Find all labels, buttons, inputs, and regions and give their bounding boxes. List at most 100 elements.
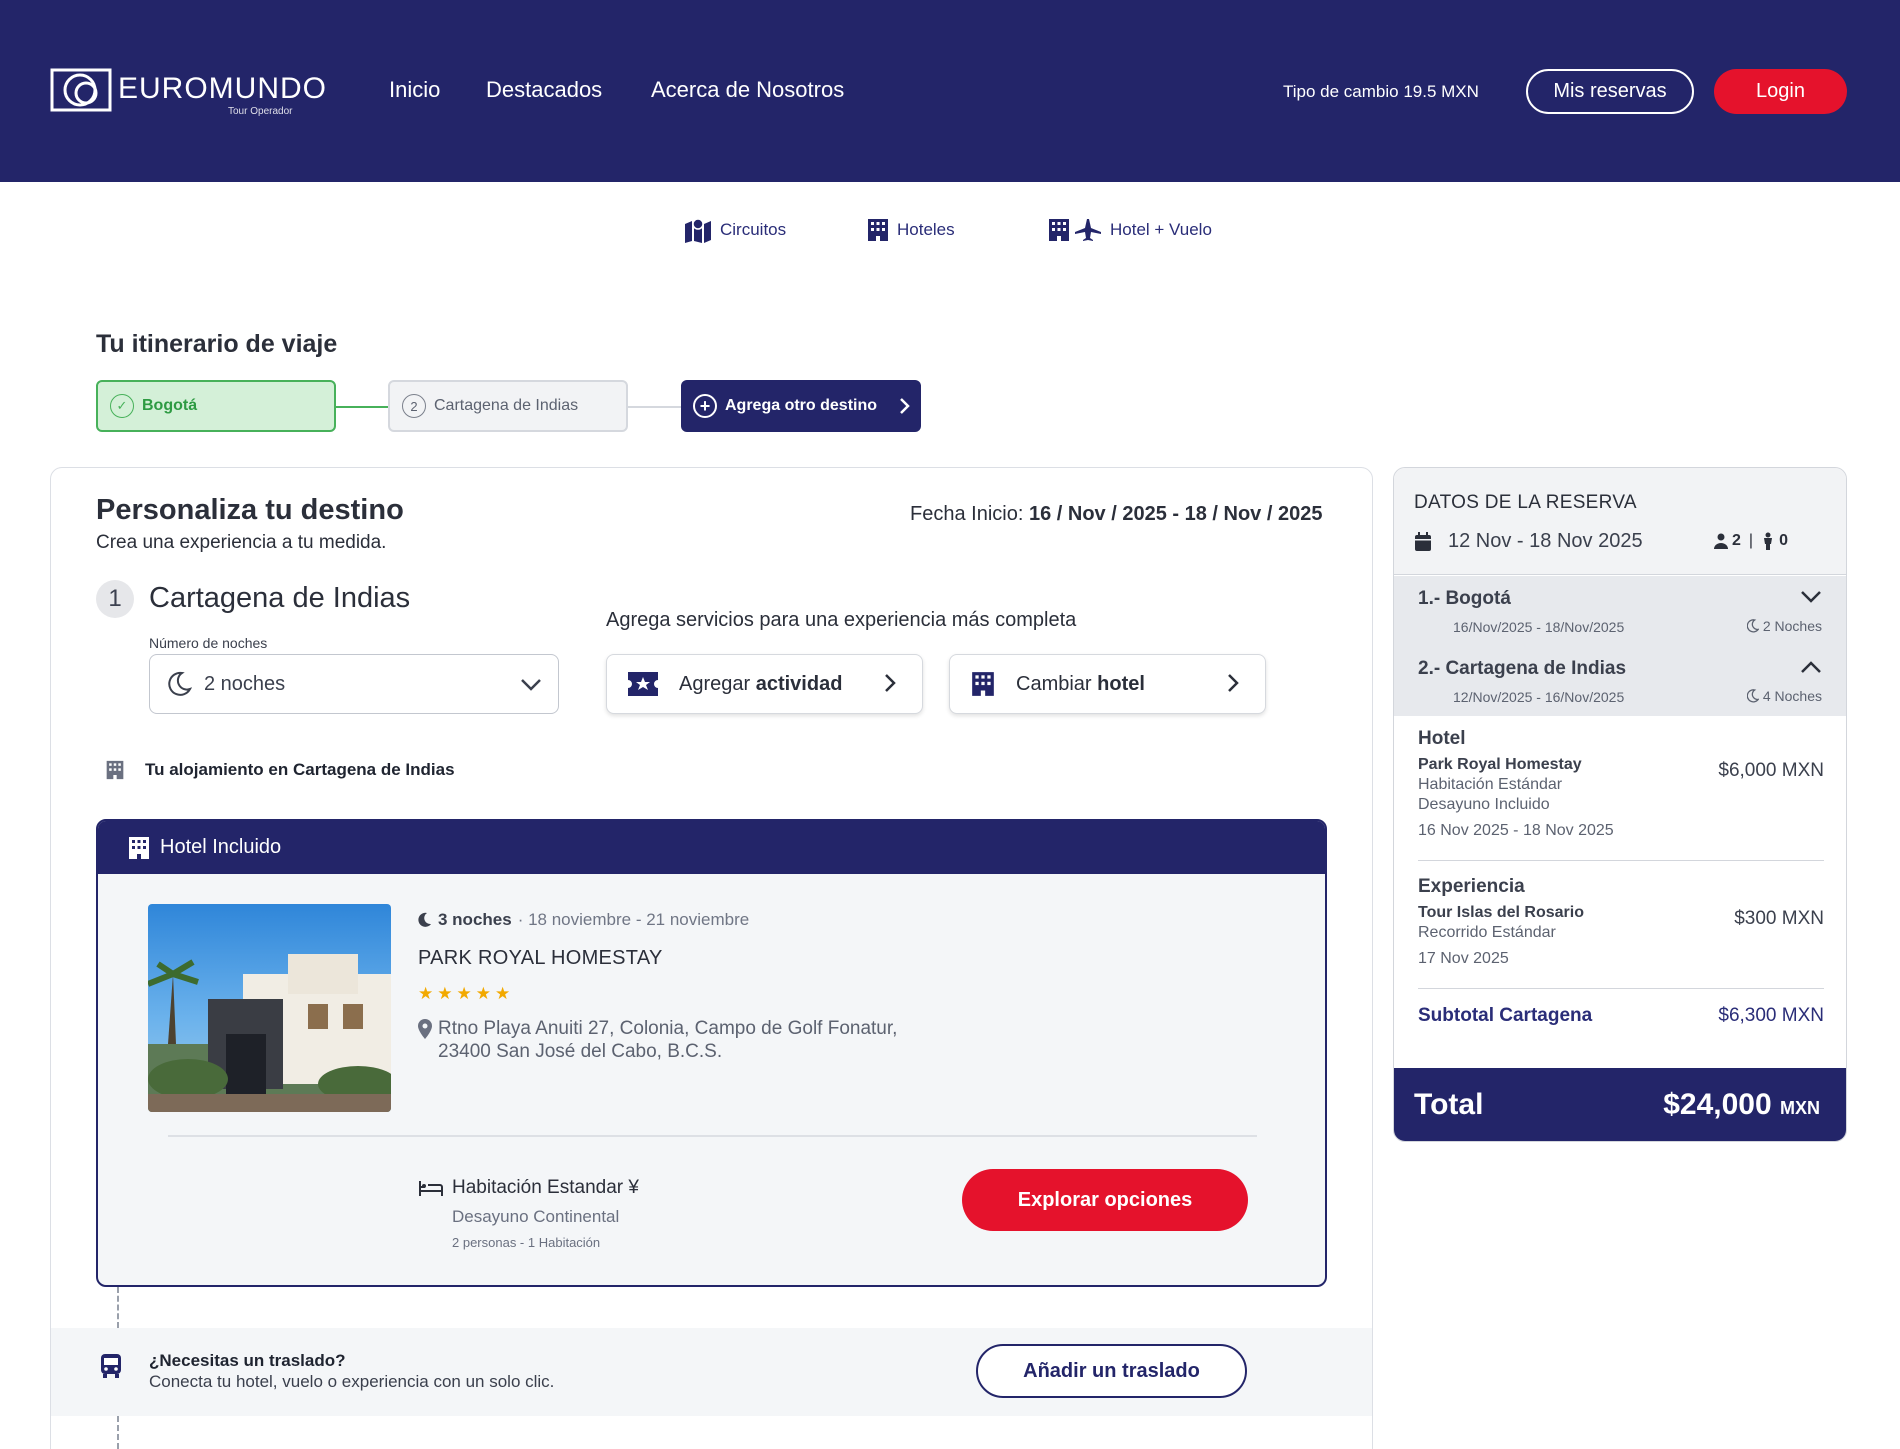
summary-leg-cartagena[interactable]: 2.- Cartagena de Indias 12/Nov/2025 - 16…	[1394, 646, 1846, 716]
nav-acerca[interactable]: Acerca de Nosotros	[651, 77, 844, 103]
calendar-icon	[1415, 531, 1431, 551]
item-date: 17 Nov 2025	[1418, 950, 1509, 967]
add-activity-label: Agregar actividad	[679, 672, 843, 695]
nights-select[interactable]: 2 noches	[149, 654, 559, 714]
building-icon	[106, 760, 124, 780]
leg-name: 2.- Cartagena de Indias	[1418, 658, 1627, 679]
add-transfer-button[interactable]: Añadir un traslado	[976, 1344, 1247, 1398]
my-bookings-button[interactable]: Mis reservas	[1526, 69, 1694, 114]
moon-icon	[168, 671, 192, 696]
included-hotel-card: Hotel Incluido 3 noches · 18 noviembre -…	[96, 819, 1327, 1287]
summary-title: DATOS DE LA RESERVA	[1414, 492, 1637, 513]
hotel-photo[interactable]	[148, 904, 391, 1112]
item-title: Hotel	[1418, 728, 1466, 749]
leg-dates: 12/Nov/2025 - 16/Nov/2025	[1453, 689, 1625, 705]
step-number: 2	[402, 394, 426, 418]
customize-subtitle: Crea una experiencia a tu medida.	[96, 532, 387, 553]
hotel-stay-info: 3 noches · 18 noviembre - 21 noviembre	[418, 910, 749, 930]
step-connector	[628, 406, 681, 408]
summary-leg-bogota[interactable]: 1.- Bogotá 16/Nov/2025 - 18/Nov/2025 2 N…	[1394, 576, 1846, 646]
moon-icon	[1746, 689, 1759, 703]
itinerary-title: Tu itinerario de viaje	[96, 330, 338, 358]
room-occupancy: 2 personas - 1 Habitación	[452, 1235, 601, 1250]
leg-dates: 16/Nov/2025 - 18/Nov/2025	[1453, 619, 1625, 635]
map-icon	[685, 218, 711, 243]
transfer-description: Conecta tu hotel, vuelo o experiencia co…	[149, 1372, 555, 1391]
plus-circle-icon: +	[693, 394, 717, 418]
item-title: Experiencia	[1418, 876, 1525, 897]
services-heading: Agrega servicios para una experiencia má…	[606, 609, 1077, 631]
euromundo-logo[interactable]: EUROMUNDO Tour Operador	[50, 64, 326, 120]
chevron-right-icon	[900, 398, 910, 414]
transfer-question: ¿Necesitas un traslado?	[149, 1351, 346, 1370]
star-icon: ★	[495, 984, 515, 1003]
login-button[interactable]: Login	[1714, 69, 1847, 114]
logo-subtitle: Tour Operador	[228, 106, 293, 117]
nav-destacados[interactable]: Destacados	[486, 77, 602, 103]
chevron-down-icon[interactable]	[1800, 590, 1822, 604]
chevron-up-icon[interactable]	[1800, 660, 1822, 674]
chevron-right-icon	[885, 674, 896, 692]
address-line-1: Rtno Playa Anuiti 27, Colonia, Campo de …	[438, 1018, 898, 1039]
change-hotel-button[interactable]: Cambiar hotel	[949, 654, 1266, 714]
ticket-star-icon	[628, 672, 658, 696]
hotel-name[interactable]: PARK ROYAL HOMESTAY	[418, 947, 663, 970]
tab-hoteles[interactable]: Hoteles	[867, 214, 955, 246]
start-date-value: 16 / Nov / 2025 - 18 / Nov / 2025	[1028, 503, 1323, 525]
room-board: Desayuno Continental	[452, 1207, 620, 1226]
subtotal-row: Subtotal Cartagena $6,300 MXN	[1418, 1005, 1824, 1027]
hotel-address: Rtno Playa Anuiti 27, Colonia, Campo de …	[418, 1017, 897, 1063]
leg-nights: 4 Noches	[1746, 688, 1822, 704]
divider	[1418, 988, 1824, 989]
room-type: Habitación Estandar ¥	[452, 1177, 639, 1198]
item-dates: 16 Nov 2025 - 18 Nov 2025	[1418, 822, 1614, 839]
moon-icon	[418, 912, 431, 927]
step-connector	[336, 406, 388, 408]
tab-label: Circuitos	[720, 220, 787, 239]
booking-summary: DATOS DE LA RESERVA 12 Nov - 18 Nov 2025…	[1393, 467, 1847, 1142]
subtotal-label: Subtotal Cartagena	[1418, 1005, 1593, 1026]
chevron-right-icon	[1228, 674, 1239, 692]
total-bar: Total $24,000 MXN	[1394, 1068, 1846, 1141]
add-activity-button[interactable]: Agregar actividad	[606, 654, 923, 714]
star-icon: ★	[418, 984, 438, 1003]
total-value: $24,000 MXN	[1663, 1088, 1820, 1121]
timeline-dash	[117, 1416, 119, 1449]
hotel-card-header: Hotel Incluido	[98, 821, 1325, 874]
exchange-rate: Tipo de cambio 19.5 MXN	[1283, 82, 1479, 101]
hotel-card-title: Hotel Incluido	[160, 836, 282, 858]
tab-hotel-vuelo[interactable]: Hotel + Vuelo	[1048, 214, 1212, 246]
change-hotel-label: Cambiar hotel	[1016, 672, 1145, 695]
summary-dates: 12 Nov - 18 Nov 2025	[1414, 530, 1643, 553]
adult-icon	[1714, 533, 1728, 549]
building-plane-icon	[1049, 219, 1101, 241]
total-label: Total	[1414, 1088, 1484, 1121]
nights-value: 2 noches	[204, 672, 286, 695]
hotel-star-rating: ★★★★★	[418, 984, 514, 1004]
location-pin-icon	[418, 1019, 432, 1039]
tab-circuitos[interactable]: Circuitos	[684, 214, 786, 246]
itinerary-step-bogota[interactable]: ✓ Bogotá	[96, 380, 336, 432]
building-icon	[129, 836, 149, 859]
add-destination-button[interactable]: + Agrega otro destino	[681, 380, 921, 432]
nav-inicio[interactable]: Inicio	[389, 77, 440, 103]
tab-label: Hotel + Vuelo	[1110, 220, 1212, 239]
divider	[1418, 860, 1824, 861]
top-header: EUROMUNDO Tour Operador Inicio Destacado…	[0, 0, 1900, 182]
lodging-label: Tu alojamiento en Cartagena de Indias	[145, 760, 455, 779]
summary-hotel-item: Hotel Park Royal Homestay Habitación Est…	[1418, 728, 1824, 840]
subtotal-value: $6,300 MXN	[1718, 1005, 1824, 1026]
timeline-dash	[117, 1287, 119, 1328]
start-date: Fecha Inicio: 16 / Nov / 2025 - 18 / Nov…	[910, 503, 1322, 526]
itinerary-step-cartagena[interactable]: 2 Cartagena de Indias	[388, 380, 628, 432]
logo-mark-icon	[50, 68, 112, 112]
destination-title: Cartagena de Indias	[149, 582, 411, 614]
star-icon: ★	[456, 984, 476, 1003]
building-icon	[972, 672, 994, 696]
hotel-dates: · 18 noviembre - 21 noviembre	[517, 910, 750, 929]
add-destination-label: Agrega otro destino	[725, 397, 878, 414]
adult-count: 2	[1732, 532, 1741, 549]
explore-options-button[interactable]: Explorar opciones	[962, 1169, 1248, 1231]
hotel-photo-illustration	[148, 954, 391, 1112]
star-icon: ★	[475, 984, 495, 1003]
